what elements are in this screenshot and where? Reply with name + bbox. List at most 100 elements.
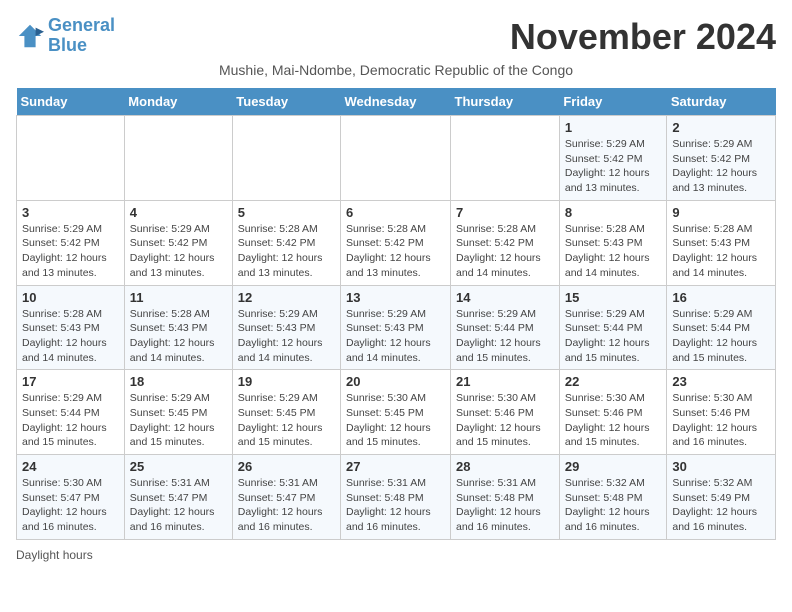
calendar-cell: 10Sunrise: 5:28 AM Sunset: 5:43 PM Dayli… (17, 285, 125, 370)
day-number: 5 (238, 205, 335, 220)
day-number: 13 (346, 290, 445, 305)
day-number: 12 (238, 290, 335, 305)
logo-line1: General (48, 15, 115, 35)
col-header-sunday: Sunday (17, 88, 125, 116)
day-info: Sunrise: 5:29 AM Sunset: 5:44 PM Dayligh… (672, 307, 770, 366)
day-info: Sunrise: 5:29 AM Sunset: 5:45 PM Dayligh… (130, 391, 227, 450)
calendar-cell: 25 Sunrise: 5:31 AM Sunset: 5:47 PM Dayli… (124, 455, 232, 540)
col-header-thursday: Thursday (451, 88, 560, 116)
calendar-cell (341, 116, 451, 201)
footer-note: Daylight hours (16, 548, 776, 562)
calendar-cell (124, 116, 232, 201)
day-number: 6 (346, 205, 445, 220)
day-number: 29 (565, 459, 662, 474)
header-row: SundayMondayTuesdayWednesdayThursdayFrid… (17, 88, 776, 116)
calendar-cell: 29 Sunrise: 5:32 AM Sunset: 5:48 PM Dayli… (559, 455, 667, 540)
calendar-cell: 13 Sunrise: 5:29 AM Sunset: 5:43 PM Dayli… (341, 285, 451, 370)
header: General Blue November 2024 (16, 16, 776, 58)
day-number: 28 (456, 459, 554, 474)
day-info: Sunrise: 5:29 AM Sunset: 5:44 PM Dayligh… (456, 307, 554, 366)
day-info: Sunrise: 5:30 AM Sunset: 5:46 PM Dayligh… (672, 391, 770, 450)
day-number: 23 (672, 374, 770, 389)
col-header-saturday: Saturday (667, 88, 776, 116)
calendar-cell: 14 Sunrise: 5:29 AM Sunset: 5:44 PM Dayli… (451, 285, 560, 370)
calendar-cell: 7 Sunrise: 5:28 AM Sunset: 5:42 PM Daylig… (451, 200, 560, 285)
col-header-monday: Monday (124, 88, 232, 116)
calendar-cell (17, 116, 125, 201)
day-info: Sunrise: 5:29 AM Sunset: 5:42 PM Dayligh… (22, 222, 119, 281)
logo-line2: Blue (48, 35, 87, 55)
day-number: 16 (672, 290, 770, 305)
day-info: Sunrise: 5:28 AM Sunset: 5:42 PM Dayligh… (346, 222, 445, 281)
calendar-cell: 17 Sunrise: 5:29 AM Sunset: 5:44 PM Dayli… (17, 370, 125, 455)
calendar-cell: 5 Sunrise: 5:28 AM Sunset: 5:42 PM Daylig… (232, 200, 340, 285)
calendar-cell: 28 Sunrise: 5:31 AM Sunset: 5:48 PM Dayli… (451, 455, 560, 540)
calendar-cell: 2Sunrise: 5:29 AM Sunset: 5:42 PM Daylig… (667, 116, 776, 201)
day-number: 7 (456, 205, 554, 220)
daylight-label: Daylight hours (16, 548, 93, 562)
calendar-cell: 18 Sunrise: 5:29 AM Sunset: 5:45 PM Dayli… (124, 370, 232, 455)
day-number: 1 (565, 120, 662, 135)
calendar-cell: 15Sunrise: 5:29 AM Sunset: 5:44 PM Dayli… (559, 285, 667, 370)
calendar-cell: 6 Sunrise: 5:28 AM Sunset: 5:42 PM Daylig… (341, 200, 451, 285)
day-number: 22 (565, 374, 662, 389)
day-info: Sunrise: 5:29 AM Sunset: 5:44 PM Dayligh… (22, 391, 119, 450)
calendar-cell: 20Sunrise: 5:30 AM Sunset: 5:45 PM Dayli… (341, 370, 451, 455)
day-info: Sunrise: 5:32 AM Sunset: 5:48 PM Dayligh… (565, 476, 662, 535)
day-info: Sunrise: 5:28 AM Sunset: 5:43 PM Dayligh… (22, 307, 119, 366)
day-info: Sunrise: 5:29 AM Sunset: 5:42 PM Dayligh… (565, 137, 662, 196)
calendar-cell: 16 Sunrise: 5:29 AM Sunset: 5:44 PM Dayli… (667, 285, 776, 370)
week-row-4: 24 Sunrise: 5:30 AM Sunset: 5:47 PM Dayli… (17, 455, 776, 540)
day-number: 11 (130, 290, 227, 305)
day-info: Sunrise: 5:28 AM Sunset: 5:42 PM Dayligh… (238, 222, 335, 281)
calendar-cell: 12 Sunrise: 5:29 AM Sunset: 5:43 PM Dayli… (232, 285, 340, 370)
day-info: Sunrise: 5:31 AM Sunset: 5:47 PM Dayligh… (130, 476, 227, 535)
week-row-0: 1 Sunrise: 5:29 AM Sunset: 5:42 PM Daylig… (17, 116, 776, 201)
calendar-cell (232, 116, 340, 201)
day-info: Sunrise: 5:28 AM Sunset: 5:43 PM Dayligh… (130, 307, 227, 366)
day-number: 3 (22, 205, 119, 220)
calendar-cell: 1 Sunrise: 5:29 AM Sunset: 5:42 PM Daylig… (559, 116, 667, 201)
day-number: 14 (456, 290, 554, 305)
day-number: 19 (238, 374, 335, 389)
day-info: Sunrise: 5:30 AM Sunset: 5:47 PM Dayligh… (22, 476, 119, 535)
logo-text: General Blue (48, 16, 115, 56)
subtitle: Mushie, Mai-Ndombe, Democratic Republic … (16, 62, 776, 78)
calendar-cell: 3 Sunrise: 5:29 AM Sunset: 5:42 PM Daylig… (17, 200, 125, 285)
calendar-table: SundayMondayTuesdayWednesdayThursdayFrid… (16, 88, 776, 540)
day-number: 21 (456, 374, 554, 389)
day-number: 15 (565, 290, 662, 305)
day-number: 2 (672, 120, 770, 135)
calendar-cell: 26Sunrise: 5:31 AM Sunset: 5:47 PM Dayli… (232, 455, 340, 540)
col-header-friday: Friday (559, 88, 667, 116)
day-info: Sunrise: 5:30 AM Sunset: 5:46 PM Dayligh… (565, 391, 662, 450)
calendar-cell: 24 Sunrise: 5:30 AM Sunset: 5:47 PM Dayli… (17, 455, 125, 540)
calendar-cell: 30Sunrise: 5:32 AM Sunset: 5:49 PM Dayli… (667, 455, 776, 540)
month-title: November 2024 (510, 16, 776, 58)
day-info: Sunrise: 5:30 AM Sunset: 5:45 PM Dayligh… (346, 391, 445, 450)
day-info: Sunrise: 5:30 AM Sunset: 5:46 PM Dayligh… (456, 391, 554, 450)
calendar-cell (451, 116, 560, 201)
calendar-cell: 23 Sunrise: 5:30 AM Sunset: 5:46 PM Dayli… (667, 370, 776, 455)
calendar-cell: 4Sunrise: 5:29 AM Sunset: 5:42 PM Daylig… (124, 200, 232, 285)
day-info: Sunrise: 5:31 AM Sunset: 5:47 PM Dayligh… (238, 476, 335, 535)
day-info: Sunrise: 5:31 AM Sunset: 5:48 PM Dayligh… (456, 476, 554, 535)
day-number: 24 (22, 459, 119, 474)
calendar-cell: 22 Sunrise: 5:30 AM Sunset: 5:46 PM Dayli… (559, 370, 667, 455)
day-number: 9 (672, 205, 770, 220)
day-number: 17 (22, 374, 119, 389)
day-info: Sunrise: 5:29 AM Sunset: 5:43 PM Dayligh… (346, 307, 445, 366)
day-info: Sunrise: 5:28 AM Sunset: 5:42 PM Dayligh… (456, 222, 554, 281)
week-row-1: 3 Sunrise: 5:29 AM Sunset: 5:42 PM Daylig… (17, 200, 776, 285)
day-number: 27 (346, 459, 445, 474)
day-number: 18 (130, 374, 227, 389)
day-info: Sunrise: 5:29 AM Sunset: 5:43 PM Dayligh… (238, 307, 335, 366)
day-number: 30 (672, 459, 770, 474)
calendar-cell: 27Sunrise: 5:31 AM Sunset: 5:48 PM Dayli… (341, 455, 451, 540)
day-number: 25 (130, 459, 227, 474)
calendar-cell: 21 Sunrise: 5:30 AM Sunset: 5:46 PM Dayli… (451, 370, 560, 455)
calendar-cell: 8Sunrise: 5:28 AM Sunset: 5:43 PM Daylig… (559, 200, 667, 285)
calendar-cell: 9Sunrise: 5:28 AM Sunset: 5:43 PM Daylig… (667, 200, 776, 285)
week-row-2: 10Sunrise: 5:28 AM Sunset: 5:43 PM Dayli… (17, 285, 776, 370)
logo-icon (16, 22, 44, 50)
